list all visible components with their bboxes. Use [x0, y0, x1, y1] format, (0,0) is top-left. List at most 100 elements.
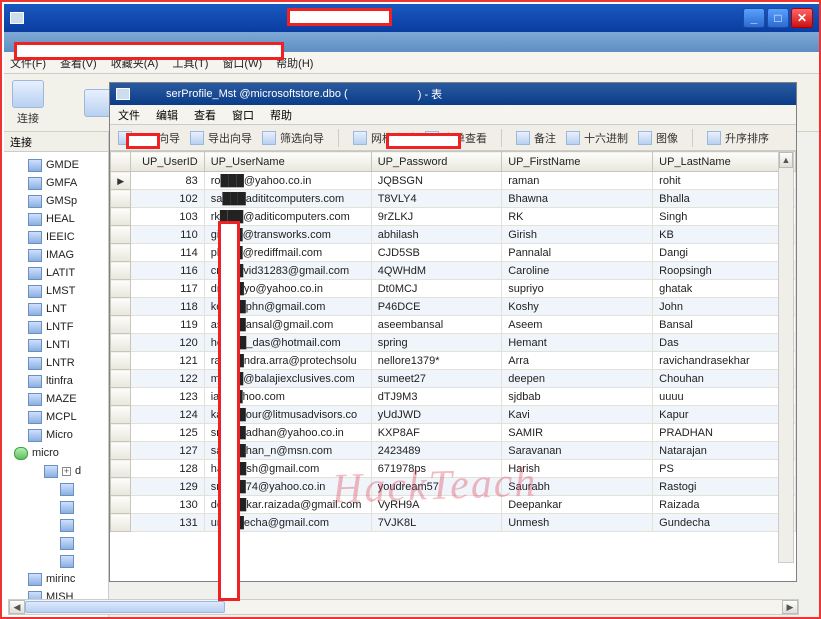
cell-userid[interactable]: 103 — [131, 208, 204, 226]
cell-firstname[interactable]: Saurabh — [502, 478, 653, 496]
cell-password[interactable]: Dt0MCJ — [371, 280, 502, 298]
cell-userid[interactable]: 120 — [131, 334, 204, 352]
tb-image[interactable]: 图像 — [638, 130, 678, 146]
cell-lastname[interactable]: Bhalla — [653, 190, 796, 208]
tree-item[interactable]: LNT — [6, 300, 108, 318]
cell-firstname[interactable]: Unmesh — [502, 514, 653, 532]
cell-userid[interactable]: 131 — [131, 514, 204, 532]
cell-userid[interactable]: 117 — [131, 280, 204, 298]
table-row[interactable]: 121ra███ndra.arra@protechsolunellore1379… — [111, 352, 796, 370]
row-marker[interactable] — [111, 280, 131, 298]
cell-lastname[interactable]: ravichandrasekhar — [653, 352, 796, 370]
table-row[interactable]: 122m███@balajiexclusives.comsumeet27deep… — [111, 370, 796, 388]
tree-item[interactable] — [6, 552, 108, 570]
cell-userid[interactable]: 127 — [131, 442, 204, 460]
row-marker[interactable] — [111, 208, 131, 226]
rdp-titlebar[interactable]: - 远程桌面 _ □ ✕ — [4, 4, 819, 32]
cell-lastname[interactable]: Das — [653, 334, 796, 352]
tree-item[interactable]: HEAL — [6, 210, 108, 228]
cell-password[interactable]: P46DCE — [371, 298, 502, 316]
tree-item[interactable]: LNTF — [6, 318, 108, 336]
cell-password[interactable]: 2423489 — [371, 442, 502, 460]
tree-item[interactable]: ltinfra — [6, 372, 108, 390]
cell-userid[interactable]: 130 — [131, 496, 204, 514]
cell-lastname[interactable]: Roopsingh — [653, 262, 796, 280]
cell-password[interactable]: T8VLY4 — [371, 190, 502, 208]
table-titlebar[interactable]: serProfile_Mst @microsoftstore.dbo ( ) -… — [110, 83, 796, 105]
tree-item[interactable]: IMAG — [6, 246, 108, 264]
horizontal-scrollbar[interactable]: ◀ ▶ — [8, 599, 799, 615]
row-marker[interactable] — [111, 388, 131, 406]
tb-export[interactable]: 导出向导 — [190, 130, 252, 146]
cell-firstname[interactable]: supriyo — [502, 280, 653, 298]
cell-username[interactable]: sa███adititcomputers.com — [204, 190, 371, 208]
tree-item[interactable] — [6, 480, 108, 498]
cell-lastname[interactable]: Dangi — [653, 244, 796, 262]
cell-password[interactable]: 9rZLKJ — [371, 208, 502, 226]
row-marker[interactable] — [111, 514, 131, 532]
minimize-button[interactable]: _ — [743, 8, 765, 28]
tree-item[interactable]: Micro — [6, 426, 108, 444]
cell-password[interactable]: dTJ9M3 — [371, 388, 502, 406]
tree-item[interactable]: LATIT — [6, 264, 108, 282]
tree-item[interactable]: LMST — [6, 282, 108, 300]
row-marker[interactable] — [111, 370, 131, 388]
cell-userid[interactable]: 122 — [131, 370, 204, 388]
tree-item[interactable]: micro — [6, 444, 108, 462]
row-marker[interactable] — [111, 478, 131, 496]
cell-password[interactable]: spring — [371, 334, 502, 352]
cell-userid[interactable]: 102 — [131, 190, 204, 208]
cell-userid[interactable]: 123 — [131, 388, 204, 406]
row-marker[interactable] — [111, 460, 131, 478]
tree-item[interactable]: LNTR — [6, 354, 108, 372]
cell-username[interactable]: ro███@yahoo.co.in — [204, 172, 371, 190]
cell-password[interactable]: 671978ps — [371, 460, 502, 478]
cell-userid[interactable]: 110 — [131, 226, 204, 244]
cell-lastname[interactable]: John — [653, 298, 796, 316]
row-marker[interactable] — [111, 406, 131, 424]
col-userid[interactable]: UP_UserID — [131, 152, 204, 172]
cell-password[interactable]: nellore1379* — [371, 352, 502, 370]
table-row[interactable]: 114pl███@rediffmail.comCJD5SBPannalalDan… — [111, 244, 796, 262]
rowheader-col[interactable] — [111, 152, 131, 172]
cell-userid[interactable]: 116 — [131, 262, 204, 280]
cell-password[interactable]: youdream57 — [371, 478, 502, 496]
row-marker[interactable] — [111, 172, 131, 190]
scroll-up-arrow[interactable]: ▲ — [779, 152, 793, 168]
tmenu-edit[interactable]: 编辑 — [156, 107, 178, 123]
cell-firstname[interactable]: deepen — [502, 370, 653, 388]
tb-hex[interactable]: 十六进制 — [566, 130, 628, 146]
cell-password[interactable]: JQBSGN — [371, 172, 502, 190]
tree-item[interactable]: mirinc — [6, 570, 108, 588]
table-row[interactable]: 130de███kar.raizada@gmail.comVyRH9ADeepa… — [111, 496, 796, 514]
cell-userid[interactable]: 118 — [131, 298, 204, 316]
cell-firstname[interactable]: Bhawna — [502, 190, 653, 208]
table-row[interactable]: 123ia███hoo.comdTJ9M3sjdbabuuuu — [111, 388, 796, 406]
cell-password[interactable]: abhilash — [371, 226, 502, 244]
row-marker[interactable] — [111, 442, 131, 460]
tb-sortasc[interactable]: 升序排序 — [707, 130, 769, 146]
cell-password[interactable]: sumeet27 — [371, 370, 502, 388]
table-row[interactable]: 124ka███our@litmusadvisors.coyUdJWDKaviK… — [111, 406, 796, 424]
cell-userid[interactable]: 83 — [131, 172, 204, 190]
cell-firstname[interactable]: sjdbab — [502, 388, 653, 406]
tb-memo[interactable]: 备注 — [516, 130, 556, 146]
row-marker[interactable] — [111, 316, 131, 334]
cell-firstname[interactable]: Koshy — [502, 298, 653, 316]
cell-firstname[interactable]: Arra — [502, 352, 653, 370]
cell-userid[interactable]: 124 — [131, 406, 204, 424]
tmenu-file[interactable]: 文件 — [118, 107, 140, 123]
table-row[interactable]: 110gi███@transworks.comabhilashGirishKB — [111, 226, 796, 244]
table-row[interactable]: 117dr███yo@yahoo.co.inDt0MCJsupriyoghata… — [111, 280, 796, 298]
scroll-left-arrow[interactable]: ◀ — [9, 600, 25, 614]
cell-password[interactable]: KXP8AF — [371, 424, 502, 442]
table-row[interactable]: 131ur███echa@gmail.com7VJK8LUnmeshGundec… — [111, 514, 796, 532]
cell-lastname[interactable]: rohit — [653, 172, 796, 190]
cell-userid[interactable]: 129 — [131, 478, 204, 496]
col-password[interactable]: UP_Password — [371, 152, 502, 172]
table-row[interactable]: 102sa███adititcomputers.comT8VLY4BhawnaB… — [111, 190, 796, 208]
tree-item[interactable] — [6, 516, 108, 534]
cell-firstname[interactable]: Deepankar — [502, 496, 653, 514]
cell-lastname[interactable]: Chouhan — [653, 370, 796, 388]
cell-lastname[interactable]: Singh — [653, 208, 796, 226]
